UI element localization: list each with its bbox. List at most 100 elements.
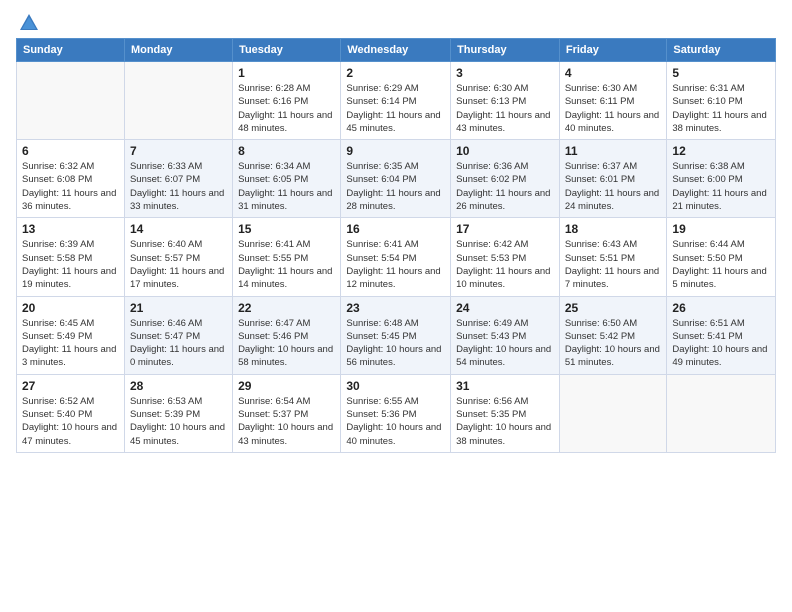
- day-info: Sunrise: 6:28 AM Sunset: 6:16 PM Dayligh…: [238, 82, 335, 135]
- calendar-cell: 19 Sunrise: 6:44 AM Sunset: 5:50 PM Dayli…: [667, 218, 776, 296]
- weekday-header-sunday: Sunday: [17, 39, 125, 62]
- calendar-cell: 18 Sunrise: 6:43 AM Sunset: 5:51 PM Dayli…: [559, 218, 667, 296]
- day-number: 24: [456, 301, 554, 315]
- day-info: Sunrise: 6:42 AM Sunset: 5:53 PM Dayligh…: [456, 238, 554, 291]
- calendar: SundayMondayTuesdayWednesdayThursdayFrid…: [16, 38, 776, 453]
- day-number: 2: [346, 66, 445, 80]
- calendar-cell: 30 Sunrise: 6:55 AM Sunset: 5:36 PM Dayli…: [341, 374, 451, 452]
- day-number: 6: [22, 144, 119, 158]
- week-row-3: 13 Sunrise: 6:39 AM Sunset: 5:58 PM Dayli…: [17, 218, 776, 296]
- day-info: Sunrise: 6:30 AM Sunset: 6:11 PM Dayligh…: [565, 82, 662, 135]
- calendar-cell: 27 Sunrise: 6:52 AM Sunset: 5:40 PM Dayli…: [17, 374, 125, 452]
- day-number: 1: [238, 66, 335, 80]
- day-number: 13: [22, 222, 119, 236]
- calendar-cell: [559, 374, 667, 452]
- calendar-cell: 16 Sunrise: 6:41 AM Sunset: 5:54 PM Dayli…: [341, 218, 451, 296]
- week-row-5: 27 Sunrise: 6:52 AM Sunset: 5:40 PM Dayli…: [17, 374, 776, 452]
- calendar-cell: [667, 374, 776, 452]
- day-number: 4: [565, 66, 662, 80]
- day-number: 10: [456, 144, 554, 158]
- day-info: Sunrise: 6:56 AM Sunset: 5:35 PM Dayligh…: [456, 395, 554, 448]
- calendar-cell: 23 Sunrise: 6:48 AM Sunset: 5:45 PM Dayli…: [341, 296, 451, 374]
- day-number: 29: [238, 379, 335, 393]
- day-info: Sunrise: 6:52 AM Sunset: 5:40 PM Dayligh…: [22, 395, 119, 448]
- weekday-header-monday: Monday: [124, 39, 232, 62]
- calendar-cell: 5 Sunrise: 6:31 AM Sunset: 6:10 PM Daylig…: [667, 62, 776, 140]
- day-info: Sunrise: 6:55 AM Sunset: 5:36 PM Dayligh…: [346, 395, 445, 448]
- day-number: 20: [22, 301, 119, 315]
- day-info: Sunrise: 6:54 AM Sunset: 5:37 PM Dayligh…: [238, 395, 335, 448]
- day-info: Sunrise: 6:32 AM Sunset: 6:08 PM Dayligh…: [22, 160, 119, 213]
- day-number: 28: [130, 379, 227, 393]
- calendar-cell: 28 Sunrise: 6:53 AM Sunset: 5:39 PM Dayli…: [124, 374, 232, 452]
- logo: [16, 12, 40, 30]
- weekday-header-row: SundayMondayTuesdayWednesdayThursdayFrid…: [17, 39, 776, 62]
- page: SundayMondayTuesdayWednesdayThursdayFrid…: [0, 0, 792, 612]
- day-info: Sunrise: 6:31 AM Sunset: 6:10 PM Dayligh…: [672, 82, 770, 135]
- day-info: Sunrise: 6:35 AM Sunset: 6:04 PM Dayligh…: [346, 160, 445, 213]
- day-number: 8: [238, 144, 335, 158]
- day-number: 18: [565, 222, 662, 236]
- calendar-cell: 17 Sunrise: 6:42 AM Sunset: 5:53 PM Dayli…: [451, 218, 560, 296]
- header: [16, 12, 776, 30]
- day-info: Sunrise: 6:50 AM Sunset: 5:42 PM Dayligh…: [565, 317, 662, 370]
- day-number: 3: [456, 66, 554, 80]
- day-info: Sunrise: 6:29 AM Sunset: 6:14 PM Dayligh…: [346, 82, 445, 135]
- day-number: 16: [346, 222, 445, 236]
- day-info: Sunrise: 6:53 AM Sunset: 5:39 PM Dayligh…: [130, 395, 227, 448]
- calendar-cell: 25Sunrise: 6:50 AM Sunset: 5:42 PM Dayli…: [559, 296, 667, 374]
- week-row-4: 20Sunrise: 6:45 AM Sunset: 5:49 PM Dayli…: [17, 296, 776, 374]
- day-info: Sunrise: 6:48 AM Sunset: 5:45 PM Dayligh…: [346, 317, 445, 370]
- day-info: Sunrise: 6:46 AM Sunset: 5:47 PM Dayligh…: [130, 317, 227, 370]
- calendar-cell: 20Sunrise: 6:45 AM Sunset: 5:49 PM Dayli…: [17, 296, 125, 374]
- week-row-1: 1 Sunrise: 6:28 AM Sunset: 6:16 PM Daylig…: [17, 62, 776, 140]
- day-number: 27: [22, 379, 119, 393]
- day-info: Sunrise: 6:44 AM Sunset: 5:50 PM Dayligh…: [672, 238, 770, 291]
- day-number: 31: [456, 379, 554, 393]
- weekday-header-thursday: Thursday: [451, 39, 560, 62]
- day-info: Sunrise: 6:39 AM Sunset: 5:58 PM Dayligh…: [22, 238, 119, 291]
- day-info: Sunrise: 6:37 AM Sunset: 6:01 PM Dayligh…: [565, 160, 662, 213]
- weekday-header-saturday: Saturday: [667, 39, 776, 62]
- weekday-header-friday: Friday: [559, 39, 667, 62]
- weekday-header-wednesday: Wednesday: [341, 39, 451, 62]
- day-info: Sunrise: 6:43 AM Sunset: 5:51 PM Dayligh…: [565, 238, 662, 291]
- day-info: Sunrise: 6:41 AM Sunset: 5:54 PM Dayligh…: [346, 238, 445, 291]
- weekday-header-tuesday: Tuesday: [233, 39, 341, 62]
- day-info: Sunrise: 6:36 AM Sunset: 6:02 PM Dayligh…: [456, 160, 554, 213]
- calendar-cell: 12 Sunrise: 6:38 AM Sunset: 6:00 PM Dayli…: [667, 140, 776, 218]
- day-number: 19: [672, 222, 770, 236]
- day-number: 26: [672, 301, 770, 315]
- day-info: Sunrise: 6:30 AM Sunset: 6:13 PM Dayligh…: [456, 82, 554, 135]
- calendar-cell: 8Sunrise: 6:34 AM Sunset: 6:05 PM Daylig…: [233, 140, 341, 218]
- calendar-cell: 15 Sunrise: 6:41 AM Sunset: 5:55 PM Dayli…: [233, 218, 341, 296]
- day-number: 14: [130, 222, 227, 236]
- calendar-cell: 6 Sunrise: 6:32 AM Sunset: 6:08 PM Daylig…: [17, 140, 125, 218]
- day-number: 12: [672, 144, 770, 158]
- day-info: Sunrise: 6:51 AM Sunset: 5:41 PM Dayligh…: [672, 317, 770, 370]
- calendar-cell: 14Sunrise: 6:40 AM Sunset: 5:57 PM Dayli…: [124, 218, 232, 296]
- calendar-cell: 11 Sunrise: 6:37 AM Sunset: 6:01 PM Dayli…: [559, 140, 667, 218]
- day-number: 11: [565, 144, 662, 158]
- calendar-cell: 9 Sunrise: 6:35 AM Sunset: 6:04 PM Daylig…: [341, 140, 451, 218]
- calendar-cell: 21 Sunrise: 6:46 AM Sunset: 5:47 PM Dayli…: [124, 296, 232, 374]
- calendar-cell: 24 Sunrise: 6:49 AM Sunset: 5:43 PM Dayli…: [451, 296, 560, 374]
- day-info: Sunrise: 6:47 AM Sunset: 5:46 PM Dayligh…: [238, 317, 335, 370]
- day-number: 30: [346, 379, 445, 393]
- day-info: Sunrise: 6:49 AM Sunset: 5:43 PM Dayligh…: [456, 317, 554, 370]
- day-number: 21: [130, 301, 227, 315]
- day-info: Sunrise: 6:38 AM Sunset: 6:00 PM Dayligh…: [672, 160, 770, 213]
- calendar-cell: 31 Sunrise: 6:56 AM Sunset: 5:35 PM Dayli…: [451, 374, 560, 452]
- calendar-cell: 10 Sunrise: 6:36 AM Sunset: 6:02 PM Dayli…: [451, 140, 560, 218]
- day-info: Sunrise: 6:41 AM Sunset: 5:55 PM Dayligh…: [238, 238, 335, 291]
- day-number: 5: [672, 66, 770, 80]
- day-number: 15: [238, 222, 335, 236]
- calendar-cell: [17, 62, 125, 140]
- day-number: 9: [346, 144, 445, 158]
- day-number: 17: [456, 222, 554, 236]
- day-number: 23: [346, 301, 445, 315]
- calendar-cell: 26 Sunrise: 6:51 AM Sunset: 5:41 PM Dayli…: [667, 296, 776, 374]
- calendar-cell: 7Sunrise: 6:33 AM Sunset: 6:07 PM Daylig…: [124, 140, 232, 218]
- calendar-cell: 13 Sunrise: 6:39 AM Sunset: 5:58 PM Dayli…: [17, 218, 125, 296]
- calendar-cell: [124, 62, 232, 140]
